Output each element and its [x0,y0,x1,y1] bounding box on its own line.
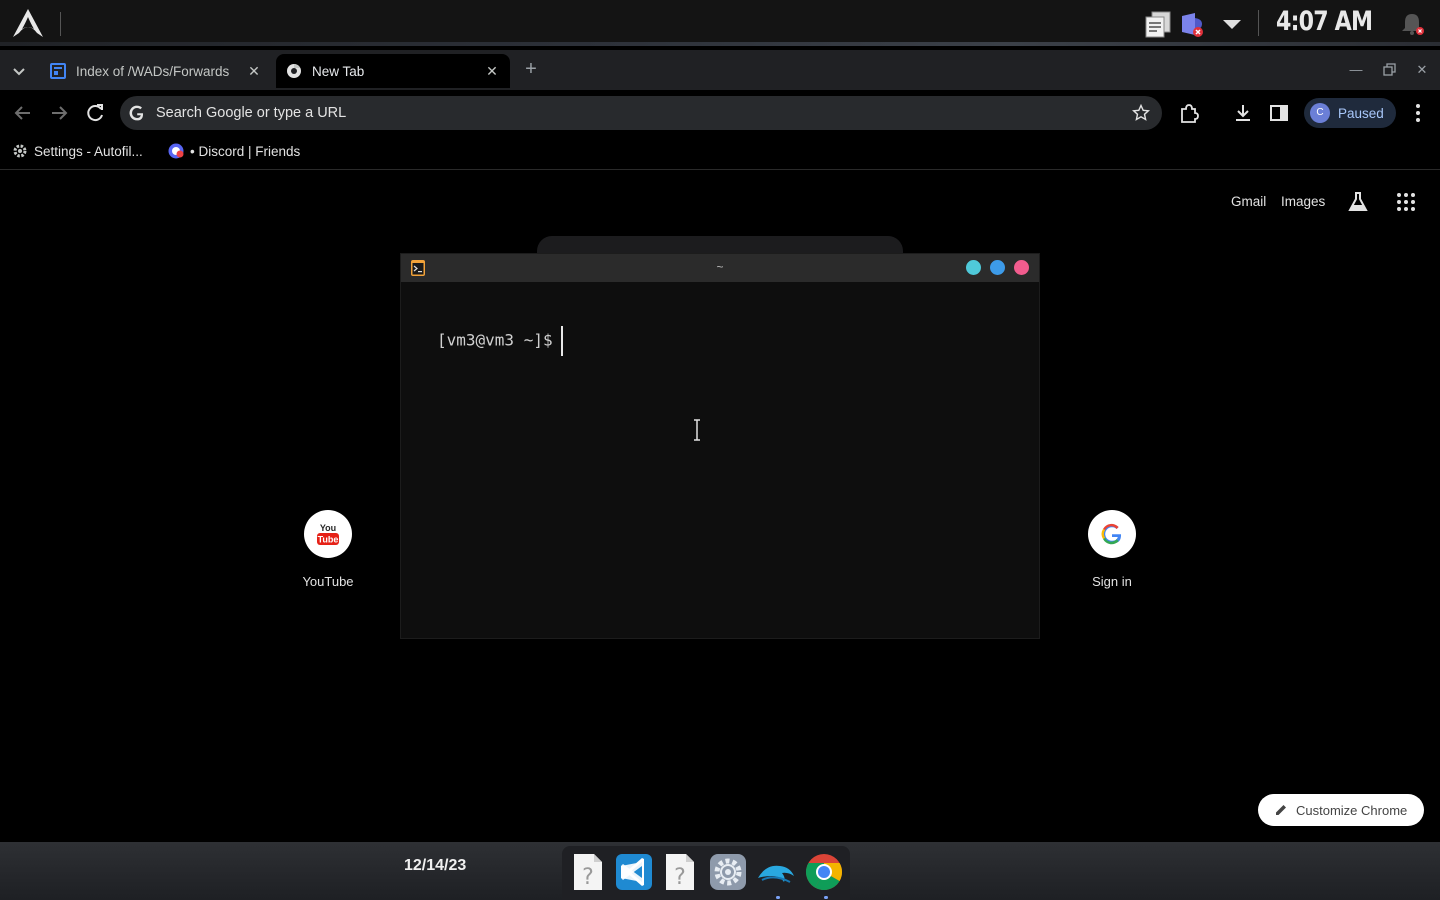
omnibox-input[interactable] [156,96,1116,130]
arch-linux-logo-icon[interactable] [12,8,44,38]
chrome-icon[interactable] [804,852,844,892]
gear-icon [13,144,27,158]
discord-icon [168,143,184,159]
tab-title: New Tab [312,63,365,79]
unknown-file-icon[interactable]: ? [660,852,700,892]
shortcut-tile [1088,510,1136,558]
shortcut-tile: You Tube [304,510,352,558]
panel-separator [60,12,61,36]
running-indicator [776,896,780,899]
pencil-icon [1276,805,1286,815]
bookmark-label: Settings - Autofil... [34,143,143,159]
shortcut-sign-in[interactable]: Sign in [1062,510,1162,589]
gmail-link[interactable]: Gmail [1231,194,1266,209]
tab-index-of-wads[interactable]: Index of /WADs/Forwards ✕ [40,54,272,88]
terminal-output[interactable]: [vm3@vm3 ~]$ [437,326,563,356]
google-g-icon [1101,523,1122,545]
teams-icon[interactable] [1178,10,1206,38]
clipboard-icon[interactable] [1144,10,1172,38]
svg-text:?: ? [582,865,594,890]
svg-text:You: You [320,523,336,533]
dropdown-arrow-icon[interactable] [1218,10,1246,38]
terminal-window[interactable]: ~ [vm3@vm3 ~]$ [400,253,1040,639]
tab-close-icon[interactable]: ✕ [484,63,500,79]
profile-status-label: Paused [1338,105,1384,121]
terminal-prompt: [vm3@vm3 ~]$ [437,330,553,350]
vscode-icon[interactable] [614,852,654,892]
bookmarks-bar: Settings - Autofil... • Discord | Friend… [0,136,1440,170]
extensions-puzzle-icon[interactable] [1178,102,1200,124]
customize-chrome-button[interactable]: Customize Chrome [1258,794,1424,826]
panel-separator [1258,10,1259,36]
terminal-cursor [560,326,563,356]
tab-close-icon[interactable]: ✕ [246,63,262,79]
shortcut-youtube[interactable]: You Tube YouTube [278,510,378,589]
chrome-favicon-icon [287,64,301,78]
forward-arrow-icon[interactable] [46,100,72,126]
dolphin-emulator-icon[interactable] [756,852,796,892]
avatar: C [1310,103,1330,123]
back-arrow-icon[interactable] [10,100,36,126]
document-favicon-icon [50,63,66,79]
terminal-title: ~ [716,260,724,274]
shortcut-label: YouTube [302,574,354,589]
reload-icon[interactable] [82,100,108,126]
application-dock: ? ? [562,846,850,900]
restore-window-icon[interactable] [1379,60,1399,80]
minimize-icon[interactable]: — [1346,60,1366,80]
google-apps-grid-icon[interactable] [1394,190,1418,214]
notification-bell-icon[interactable] [1398,10,1426,38]
tab-search-chevron-icon[interactable] [8,60,30,82]
svg-text:Tube: Tube [318,535,339,545]
browser-tab-strip: Index of /WADs/Forwards ✕ New Tab ✕ + — … [0,50,1440,90]
download-icon[interactable] [1232,102,1254,124]
bookmark-star-icon[interactable] [1132,104,1150,122]
terminal-close-dot[interactable] [1014,260,1029,275]
terminal-titlebar[interactable]: ~ [401,254,1039,282]
running-indicator [824,896,828,899]
chrome-menu-icon[interactable] [1408,102,1428,124]
terminal-maximize-dot[interactable] [990,260,1005,275]
system-clock[interactable]: 4:07 AM [1276,6,1373,37]
new-tab-plus-icon[interactable]: + [520,59,542,81]
text-cursor-ibeam-icon [694,419,700,441]
tab-new-tab[interactable]: New Tab ✕ [276,54,510,88]
panel-bottom-strip [0,42,1440,46]
dock-date: 12/14/23 [404,857,467,874]
terminal-minimize-dot[interactable] [966,260,981,275]
bookmark-settings-autofill[interactable]: Settings - Autofil... [12,143,143,159]
youtube-icon: You Tube [317,523,339,545]
profile-paused-button[interactable]: C Paused [1304,98,1396,128]
tab-title: Index of /WADs/Forwards [76,63,230,79]
settings-gear-icon[interactable] [708,852,748,892]
bookmark-discord-friends[interactable]: • Discord | Friends [168,143,300,159]
images-link[interactable]: Images [1281,194,1325,209]
close-window-icon[interactable]: ✕ [1412,60,1432,80]
omnibox[interactable] [120,96,1162,130]
browser-toolbar: C Paused [0,90,1440,136]
unknown-file-icon[interactable]: ? [568,852,608,892]
side-panel-icon[interactable] [1268,102,1290,124]
shortcut-label: Sign in [1092,574,1132,589]
labs-flask-icon[interactable] [1346,190,1370,214]
customize-chrome-label: Customize Chrome [1296,802,1408,818]
svg-text:?: ? [674,865,686,890]
google-g-icon [129,105,144,121]
system-top-panel: 4:07 AM [0,0,1440,46]
bookmark-label: • Discord | Friends [190,143,301,159]
